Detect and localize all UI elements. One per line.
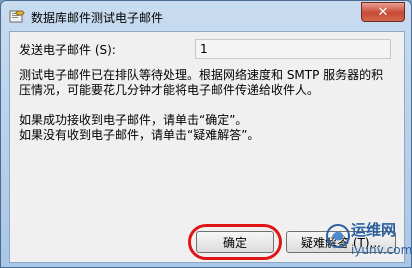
dialog-window: 数据库邮件测试电子邮件 ✕ 发送电子邮件 (S): 1 测试电子邮件已在排队等待… xyxy=(0,0,412,268)
description-text: 测试电子邮件已在排队等待处理。根据网络速度和 SMTP 服务器的积 压情况，可能… xyxy=(19,68,394,143)
close-button[interactable]: ✕ xyxy=(361,2,405,22)
watermark-brand: 运维网 xyxy=(351,221,397,239)
annotation-circle xyxy=(188,224,282,260)
description-line: 如果没有收到电子邮件，请单击“疑难解答”。 xyxy=(19,128,260,142)
title-bar[interactable]: 数据库邮件测试电子邮件 ✕ xyxy=(1,1,411,31)
close-icon: ✕ xyxy=(377,4,389,20)
watermark: 运维网 iyunv.com xyxy=(325,215,411,267)
watermark-logo-icon xyxy=(326,224,350,248)
description-line: 如果成功接收到电子邮件，请单击“确定”。 xyxy=(19,113,248,127)
send-email-field[interactable]: 1 xyxy=(195,39,391,59)
window-title: 数据库邮件测试电子邮件 xyxy=(31,11,164,25)
watermark-url: iyunv.com xyxy=(351,243,412,257)
mail-app-icon xyxy=(9,10,25,23)
send-email-label: 发送电子邮件 (S): xyxy=(19,43,116,57)
description-line: 压情况，可能要花几分钟才能将电子邮件传递给收件人。 xyxy=(19,83,320,97)
description-line: 测试电子邮件已在排队等待处理。根据网络速度和 SMTP 服务器的积 xyxy=(19,68,384,82)
